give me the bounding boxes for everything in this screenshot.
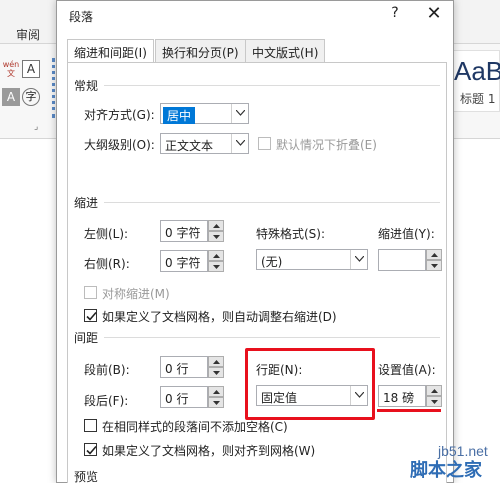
chevron-down-icon[interactable] (231, 104, 248, 123)
enclose-char-button[interactable]: 字 (22, 88, 40, 106)
tab-indents-spacing[interactable]: 缩进和间距(I) (67, 39, 154, 64)
spin-down-icon[interactable] (426, 396, 442, 407)
indent-right-spinner[interactable]: 0 字符 (160, 250, 224, 272)
spin-down-icon[interactable] (208, 231, 224, 242)
spin-up-icon[interactable] (208, 220, 224, 231)
space-before-spinner[interactable]: 0 行 (160, 356, 224, 378)
mirror-indent-checkbox[interactable] (84, 286, 97, 299)
ribbon-divider (52, 58, 55, 118)
spin-down-icon[interactable] (208, 261, 224, 272)
phonetic-guide-button[interactable]: wén 文 (2, 60, 20, 78)
highlight-box-annotation (245, 348, 375, 420)
close-button[interactable]: ✕ (423, 3, 445, 25)
spin-up-icon[interactable] (426, 385, 442, 396)
spin-up-icon[interactable] (426, 249, 442, 260)
indent-right-label: 右侧(R): (84, 257, 130, 271)
watermark-logo: 脚本之家 (410, 460, 482, 481)
special-indent-value: (无) (261, 255, 283, 269)
space-after-input[interactable]: 0 行 (160, 386, 208, 408)
mirror-indent-label: 对称缩进(M) (102, 287, 170, 301)
section-divider (104, 202, 440, 203)
collapsed-default-checkbox[interactable] (258, 137, 271, 150)
tab-line-page-breaks[interactable]: 换行和分页(P) (155, 39, 246, 63)
outline-level-select[interactable]: 正文文本 (160, 133, 249, 154)
auto-adjust-indent-label: 如果定义了文档网格，则自动调整右缩进(D) (102, 310, 337, 324)
indent-by-label: 缩进值(Y): (378, 227, 435, 241)
space-before-input[interactable]: 0 行 (160, 356, 208, 378)
char-border-button[interactable]: A (22, 60, 40, 78)
indent-by-input[interactable] (378, 249, 426, 271)
line-spacing-at-input[interactable]: 18 磅 (378, 385, 426, 407)
section-spacing-title: 间距 (74, 331, 99, 345)
alignment-label: 对齐方式(G): (84, 108, 155, 122)
snap-to-grid-label: 如果定义了文档网格，则对齐到网格(W) (102, 444, 316, 458)
outline-level-value: 正文文本 (165, 139, 214, 153)
spin-down-icon[interactable] (208, 367, 224, 378)
spin-up-icon[interactable] (208, 356, 224, 367)
indent-left-input[interactable]: 0 字符 (160, 220, 208, 242)
indent-left-label: 左侧(L): (84, 227, 129, 241)
collapsed-default-label: 默认情况下折叠(E) (276, 138, 377, 152)
indent-right-input[interactable]: 0 字符 (160, 250, 208, 272)
spin-up-icon[interactable] (208, 250, 224, 261)
indent-by-spinner[interactable] (378, 249, 442, 271)
section-indent-title: 缩进 (74, 196, 99, 210)
space-after-spinner[interactable]: 0 行 (160, 386, 224, 408)
space-after-label: 段后(F): (84, 394, 129, 408)
spin-down-icon[interactable] (426, 260, 442, 271)
chevron-down-icon[interactable] (231, 134, 248, 153)
indent-left-spinner[interactable]: 0 字符 (160, 220, 224, 242)
no-space-same-style-label: 在相同样式的段落间不添加空格(C) (102, 420, 288, 434)
style-sample: AaB (454, 56, 500, 86)
tab-asian-typography[interactable]: 中文版式(H) (245, 39, 326, 63)
section-divider (104, 337, 440, 338)
no-space-same-style-checkbox[interactable] (84, 419, 97, 432)
line-spacing-at-spinner[interactable]: 18 磅 (378, 385, 442, 407)
section-general-title: 常规 (74, 79, 99, 93)
outline-level-label: 大纲级别(O): (84, 138, 155, 152)
spin-up-icon[interactable] (208, 386, 224, 397)
section-divider (104, 85, 440, 86)
spin-down-icon[interactable] (208, 397, 224, 408)
help-button[interactable]: ? (387, 5, 403, 25)
char-shading-button[interactable]: A (2, 88, 20, 106)
alignment-value: 居中 (163, 107, 196, 124)
space-before-label: 段前(B): (84, 363, 130, 377)
special-indent-label: 特殊格式(S): (256, 227, 326, 241)
highlight-underline-annotation (377, 409, 441, 412)
chevron-down-icon[interactable] (350, 250, 367, 269)
style-name: 标题 1 (460, 92, 496, 106)
special-indent-select[interactable]: (无) (256, 249, 368, 270)
line-spacing-at-label: 设置值(A): (378, 363, 436, 377)
dialog-launcher-icon[interactable]: ⌟ (34, 122, 38, 132)
auto-adjust-indent-checkbox[interactable] (84, 309, 97, 322)
dialog-title: 段落 (69, 10, 94, 24)
ribbon-tab-review[interactable]: 审阅 (16, 26, 40, 43)
dialog-titlebar[interactable]: 段落 ? ✕ (57, 1, 453, 29)
alignment-select[interactable]: 居中 (160, 103, 249, 124)
section-preview-title: 预览 (74, 470, 99, 483)
snap-to-grid-checkbox[interactable] (84, 443, 97, 456)
